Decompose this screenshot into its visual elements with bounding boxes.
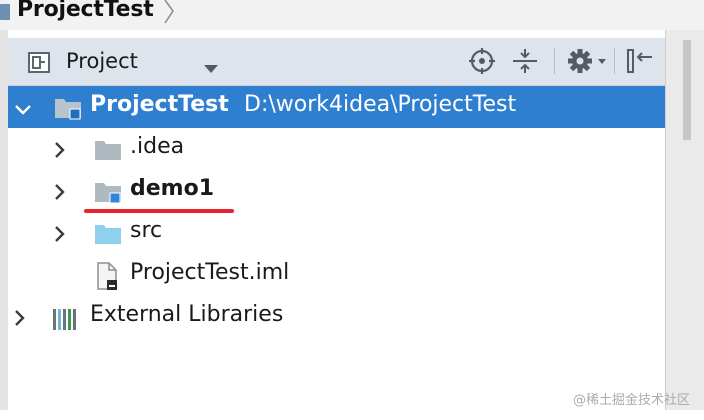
annotation-underline: [84, 209, 234, 213]
tree-row-external-libraries[interactable]: External Libraries: [8, 297, 665, 339]
view-label: Project: [66, 49, 138, 73]
toolbar-divider: [614, 48, 615, 74]
scrollbar-thumb[interactable]: [683, 40, 691, 140]
project-tree: ProjectTest D:\work4idea\ProjectTest .id…: [8, 86, 665, 410]
tree-root-path: D:\work4idea\ProjectTest: [244, 92, 517, 117]
chevron-right-icon[interactable]: [54, 183, 66, 205]
project-folder-icon: [0, 4, 10, 20]
folder-icon: [94, 138, 124, 166]
tree-label-external-libraries: External Libraries: [90, 302, 284, 327]
tree-label-src: src: [130, 218, 163, 243]
hide-panel-icon[interactable]: [626, 48, 654, 78]
bottom-edge: [0, 410, 704, 420]
project-module-folder-icon: [54, 96, 84, 124]
chevron-right-icon[interactable]: [54, 225, 66, 247]
libraries-icon: [52, 306, 82, 336]
chevron-right-icon[interactable]: [14, 309, 26, 331]
caret-down-icon: [204, 58, 218, 77]
tool-window-stripe: [0, 30, 8, 420]
iml-file-icon: [94, 261, 120, 295]
navigation-bar: ProjectTest: [0, 0, 704, 30]
watermark-text: @稀土掘金技术社区: [572, 393, 690, 408]
breadcrumb-project[interactable]: ProjectTest: [17, 0, 154, 22]
tree-row-demo1[interactable]: demo1: [8, 171, 665, 213]
tree-row-src[interactable]: src: [8, 213, 665, 255]
view-selector-dropdown[interactable]: Project: [28, 46, 238, 78]
chevron-right-icon[interactable]: [54, 141, 66, 163]
module-folder-icon: [94, 180, 124, 208]
tree-label-root: ProjectTest: [90, 92, 229, 117]
chevron-down-icon[interactable]: [14, 101, 32, 120]
tree-label-idea: .idea: [130, 134, 185, 159]
tree-label-iml: ProjectTest.iml: [130, 260, 290, 285]
chevron-right-icon: [163, 0, 175, 32]
project-toolbar: Project: [8, 38, 665, 86]
tree-row-root[interactable]: ProjectTest D:\work4idea\ProjectTest: [8, 86, 665, 128]
collapse-all-icon[interactable]: [512, 48, 538, 78]
tree-row-iml[interactable]: ProjectTest.iml: [8, 255, 665, 297]
locate-target-icon[interactable]: [469, 48, 495, 78]
source-folder-icon: [94, 222, 124, 250]
project-view-icon: [28, 52, 52, 78]
gear-icon[interactable]: [568, 48, 610, 78]
tree-row-idea[interactable]: .idea: [8, 129, 665, 171]
tree-label-demo1: demo1: [130, 176, 215, 201]
toolbar-divider: [554, 48, 555, 74]
